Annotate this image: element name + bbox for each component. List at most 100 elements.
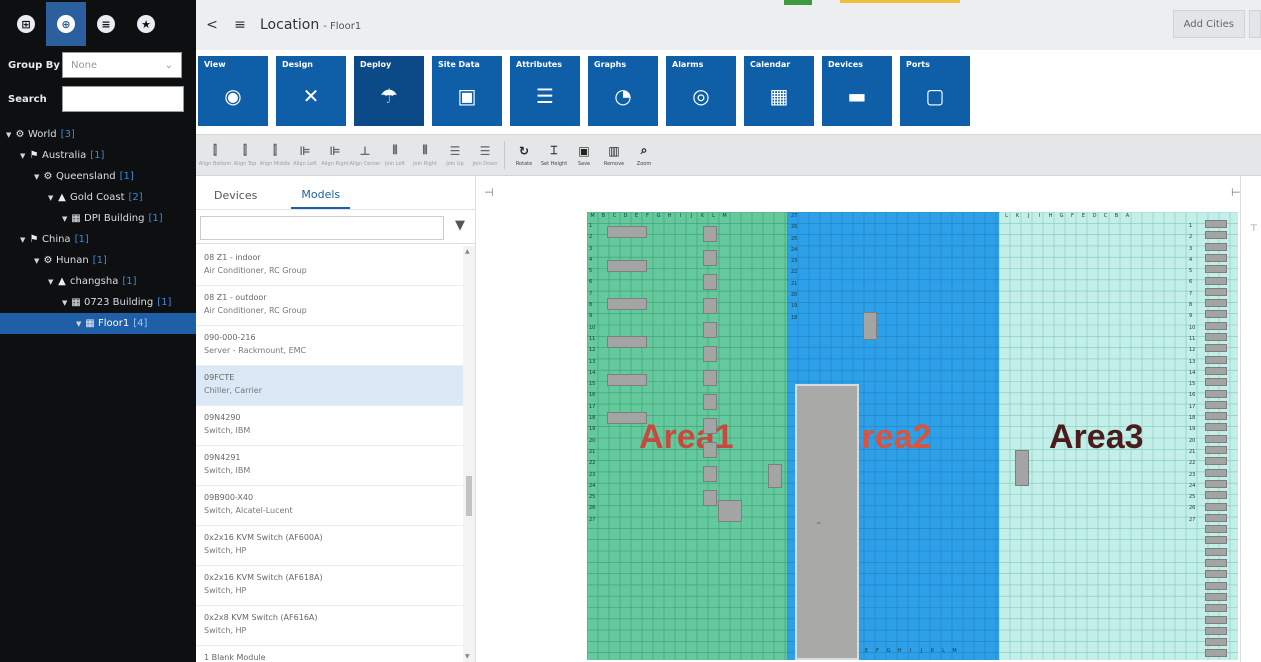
rack-device[interactable] — [1205, 626, 1227, 635]
rack-device[interactable] — [863, 312, 877, 340]
expand-arrow-icon[interactable]: ▼ — [20, 236, 28, 244]
tile-design[interactable]: Design ✕ — [276, 56, 346, 126]
rack-device[interactable] — [1015, 450, 1029, 486]
rack-device[interactable] — [1205, 559, 1227, 567]
rack-device[interactable] — [768, 464, 782, 488]
rack-device[interactable] — [703, 322, 717, 338]
model-list-item[interactable]: 090-000-216 Server - Rackmount, EMC — [196, 326, 464, 366]
rack-device[interactable] — [1205, 242, 1227, 251]
scrollbar-thumb[interactable] — [466, 476, 472, 516]
rack-device[interactable] — [703, 490, 717, 506]
tree-node-dpi-building[interactable]: ▼ ▦ DPI Building [1] — [0, 208, 196, 229]
tool-zoom-button[interactable]: ⌕ Zoom — [629, 136, 659, 174]
rack-device[interactable] — [1205, 434, 1227, 443]
model-list-item[interactable]: 09N4290 Switch, IBM — [196, 406, 464, 446]
expand-arrow-icon[interactable]: ▼ — [62, 299, 70, 307]
rack-device[interactable] — [1205, 468, 1227, 477]
model-list-item[interactable]: 0x2x8 KVM Switch (AF616A) Switch, HP — [196, 606, 464, 646]
rack-device[interactable] — [1205, 276, 1227, 285]
rack-device[interactable] — [703, 226, 717, 242]
rack-device[interactable] — [1205, 547, 1227, 556]
model-list-item[interactable]: 0x2x16 KVM Switch (AF618A) Switch, HP — [196, 566, 464, 606]
rack-device[interactable] — [718, 500, 742, 522]
rack-device[interactable] — [703, 274, 717, 290]
apps-button[interactable]: ⊞ — [6, 2, 46, 46]
tree-node-gold-coast[interactable]: ▼ ▲ Gold Coast [2] — [0, 187, 196, 208]
rack-device[interactable] — [1205, 378, 1227, 387]
rack-device[interactable] — [1205, 253, 1227, 262]
filter-icon[interactable]: ▼ — [455, 218, 465, 233]
tile-ports[interactable]: Ports ▢ — [900, 56, 970, 126]
rack-device[interactable] — [703, 394, 717, 410]
rack-device[interactable] — [1205, 231, 1227, 240]
tool-join-down-button[interactable]: ☰ Join Down — [470, 136, 500, 174]
rack-device[interactable] — [1205, 457, 1227, 466]
scroll-up-icon[interactable]: ▲ — [465, 248, 470, 255]
rack-device[interactable] — [1205, 592, 1227, 601]
rack-device[interactable] — [703, 298, 717, 314]
star-button[interactable]: ★ — [126, 2, 166, 46]
model-filter-input[interactable] — [200, 216, 444, 240]
rack-device[interactable] — [1205, 355, 1227, 364]
tool-rotate-button[interactable]: ↻ Rotate — [509, 136, 539, 174]
rack-device[interactable] — [1205, 344, 1227, 353]
add-cities-button[interactable]: Add Cities — [1172, 10, 1245, 38]
group-by-select[interactable]: None ⌄ — [62, 52, 182, 78]
tool-join-right-button[interactable]: ⦀ Join Right — [410, 136, 440, 174]
tree-node-changsha[interactable]: ▼ ▲ changsha [1] — [0, 271, 196, 292]
area1-zone[interactable]: Area1 M B C D E F G H I J K L M 1 2 3 4 5 6 7 8 9 10 11 12 13 14 15… — [587, 212, 787, 660]
expand-arrow-icon[interactable]: ▼ — [34, 173, 42, 181]
list-button[interactable]: ≡ — [86, 2, 126, 46]
floor-plan[interactable]: Area1 M B C D E F G H I J K L M 1 2 3 4 5 6 7 8 9 10 11 12 13 14 15… — [587, 212, 1238, 660]
tool-align-left-button[interactable]: ⊫ Align Left — [290, 136, 320, 174]
rack-device[interactable] — [1205, 570, 1227, 579]
rack-device[interactable] — [703, 442, 717, 458]
rack-device[interactable] — [1205, 310, 1227, 319]
tool-align-bottom-button[interactable]: ⫿ Align Bottom — [199, 136, 231, 174]
search-input[interactable] — [62, 86, 184, 112]
tool-align-middle-button[interactable]: ⫿ Align Middle — [260, 136, 291, 174]
rack-device[interactable] — [1205, 389, 1227, 398]
model-list-item[interactable]: 09B900-X40 Switch, Alcatel-Lucent — [196, 486, 464, 526]
tree-node-china[interactable]: ▼ ⚑ China [1] — [0, 229, 196, 250]
rack-device[interactable] — [607, 298, 647, 310]
rack-device[interactable] — [703, 466, 717, 482]
tree-node-queensland[interactable]: ▼ ⚙ Queensland [1] — [0, 166, 196, 187]
rack-device[interactable] — [1205, 412, 1227, 421]
menu-button[interactable]: ≡ — [228, 12, 252, 38]
expand-arrow-icon[interactable]: ▼ — [48, 194, 56, 202]
back-button[interactable]: < — [200, 12, 224, 38]
expand-arrow-icon[interactable]: ▼ — [34, 257, 42, 265]
rack-device[interactable] — [1205, 649, 1227, 658]
model-list-item[interactable]: 0x2x16 KVM Switch (AF600A) Switch, HP — [196, 526, 464, 566]
globe-button[interactable]: ⊕ — [46, 2, 86, 46]
tree-node-floor1[interactable]: ▼ ▦ Floor1 [4] — [0, 313, 196, 334]
tab-models[interactable]: Models — [291, 181, 351, 209]
model-list-item[interactable]: 08 Z1 - indoor Air Conditioner, RC Group — [196, 246, 464, 286]
rack-device[interactable] — [1205, 479, 1227, 488]
tab-devices[interactable]: Devices — [214, 181, 257, 209]
area3-zone[interactable]: Area3 L K J I H G F E D C B A 1 2 3 4 5 6 7 8 9 10 11 12 13 14 15 1… — [999, 212, 1238, 660]
tile-calendar[interactable]: Calendar ▦ — [744, 56, 814, 126]
header-overflow-button[interactable] — [1249, 10, 1261, 38]
tool-remove-button[interactable]: ▥ Remove — [599, 136, 629, 174]
rack-device[interactable] — [703, 418, 717, 434]
rack-device[interactable] — [1205, 321, 1227, 330]
rack-device[interactable] — [607, 336, 647, 348]
rack-device[interactable] — [1205, 581, 1227, 590]
expand-arrow-icon[interactable]: ▼ — [62, 215, 70, 223]
tool-align-top-button[interactable]: ⫿ Align Top — [230, 136, 260, 174]
model-list-item[interactable]: 09N4291 Switch, IBM — [196, 446, 464, 486]
tile-graphs[interactable]: Graphs ◔ — [588, 56, 658, 126]
scroll-down-icon[interactable]: ▼ — [465, 653, 470, 660]
tile-devices[interactable]: Devices ▬ — [822, 56, 892, 126]
rack-device[interactable] — [607, 260, 647, 272]
tile-alarms[interactable]: Alarms ◎ — [666, 56, 736, 126]
rack-device[interactable] — [1205, 287, 1227, 296]
rack-device[interactable] — [1205, 536, 1227, 545]
tool-save-button[interactable]: ▣ Save — [569, 136, 599, 174]
model-list-item[interactable]: 1 Blank Module — [196, 646, 464, 662]
tree-node-australia[interactable]: ▼ ⚑ Australia [1] — [0, 145, 196, 166]
tool-set-height-button[interactable]: ⌶ Set Height — [539, 136, 569, 174]
rack-device[interactable] — [1205, 513, 1227, 522]
